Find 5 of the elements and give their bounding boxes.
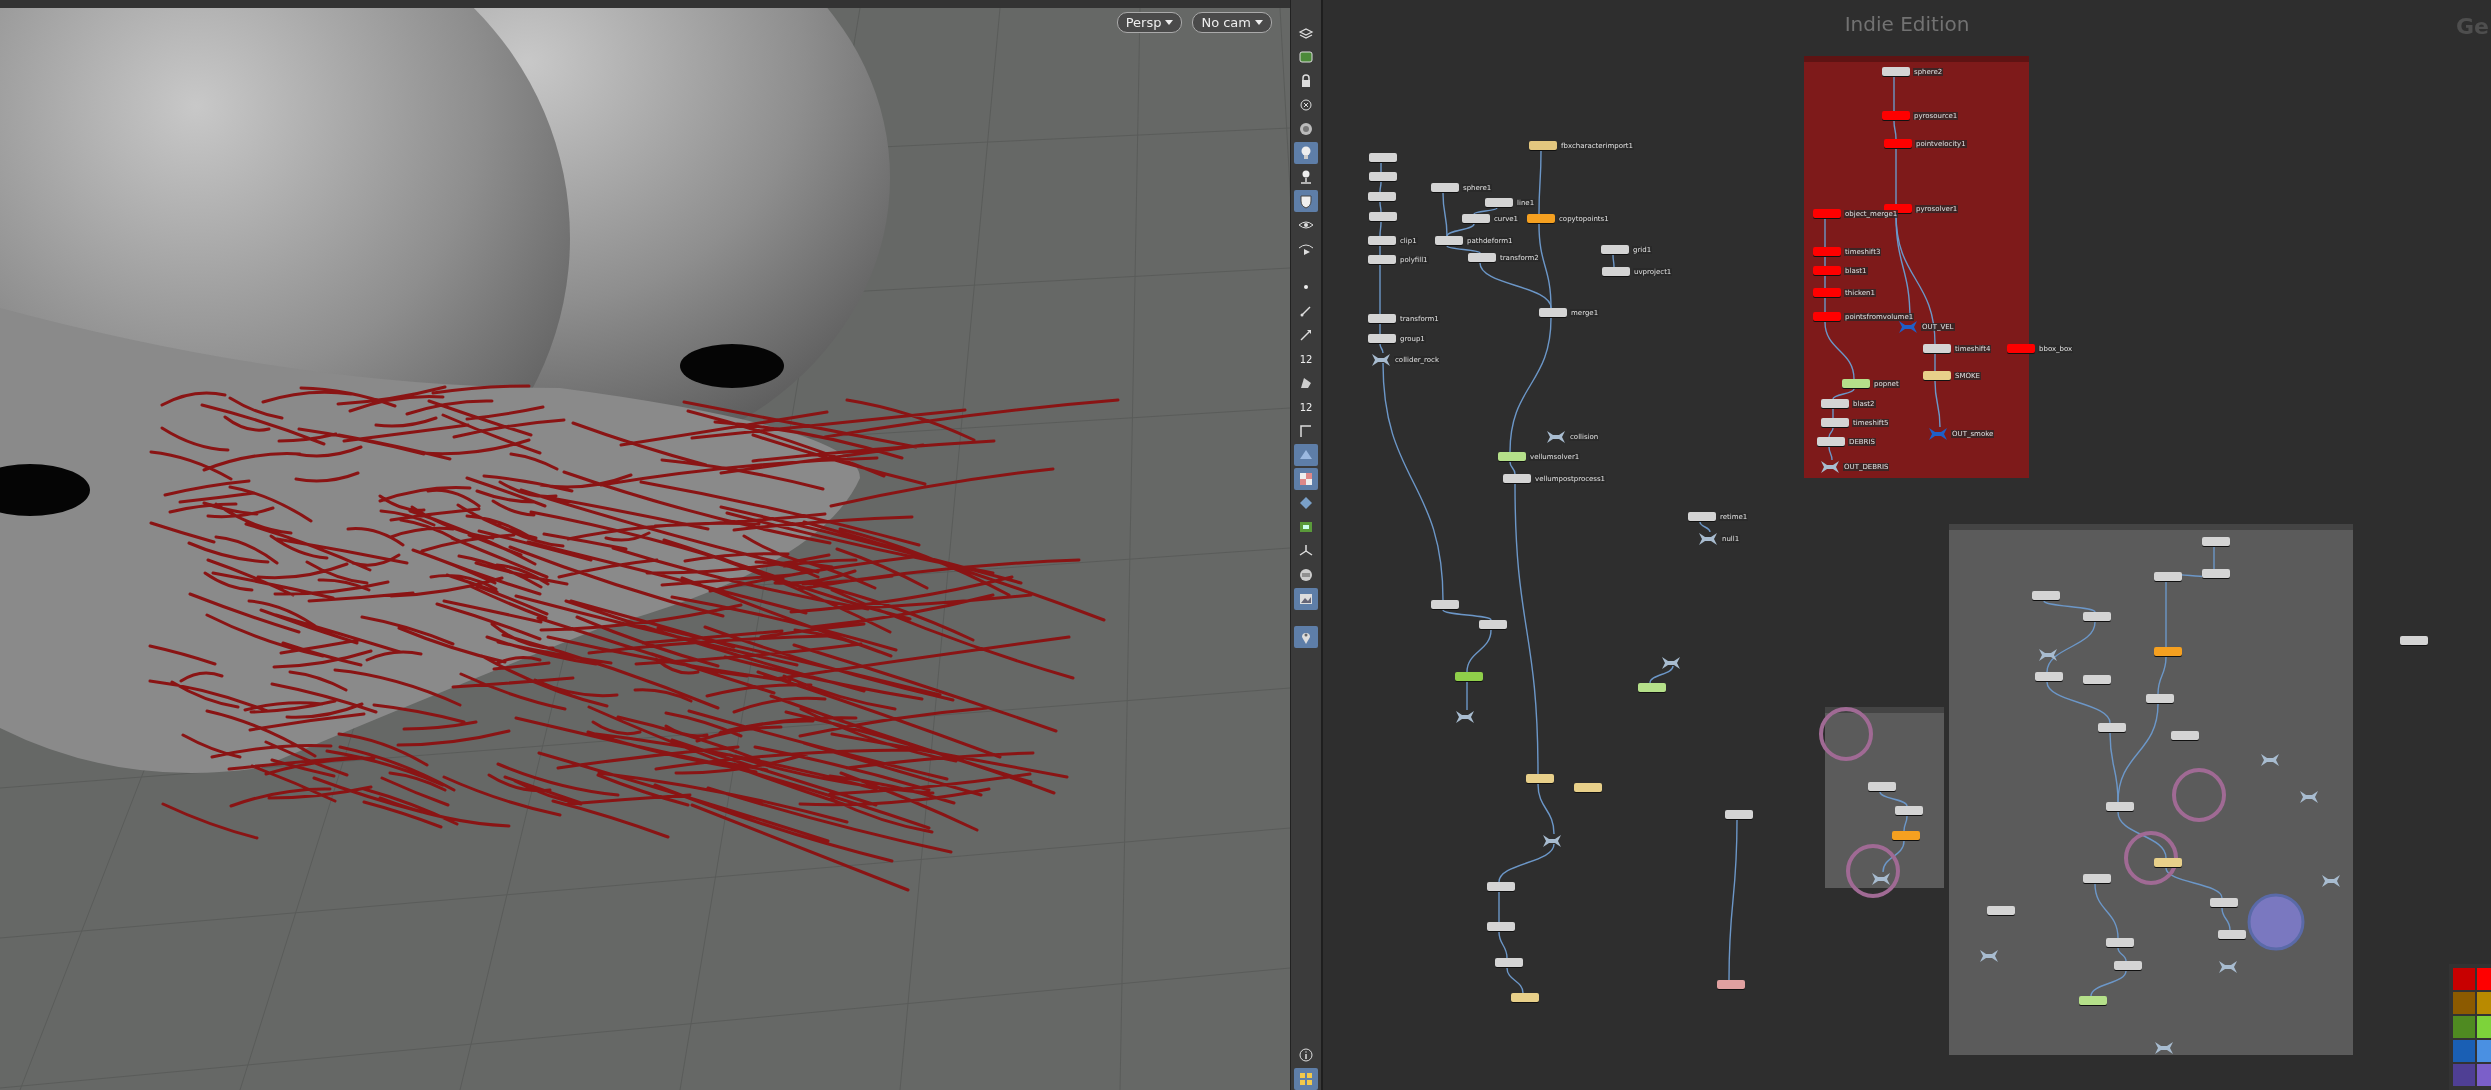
camera-menu-button[interactable]: No cam <box>1192 12 1272 33</box>
camera-menu-button[interactable]: Persp <box>1116 12 1183 33</box>
primitive-number-button[interactable]: 12 <box>1294 396 1318 418</box>
point-number-button[interactable]: 12 <box>1294 348 1318 370</box>
edition-label: Indie Edition <box>1844 12 1970 36</box>
